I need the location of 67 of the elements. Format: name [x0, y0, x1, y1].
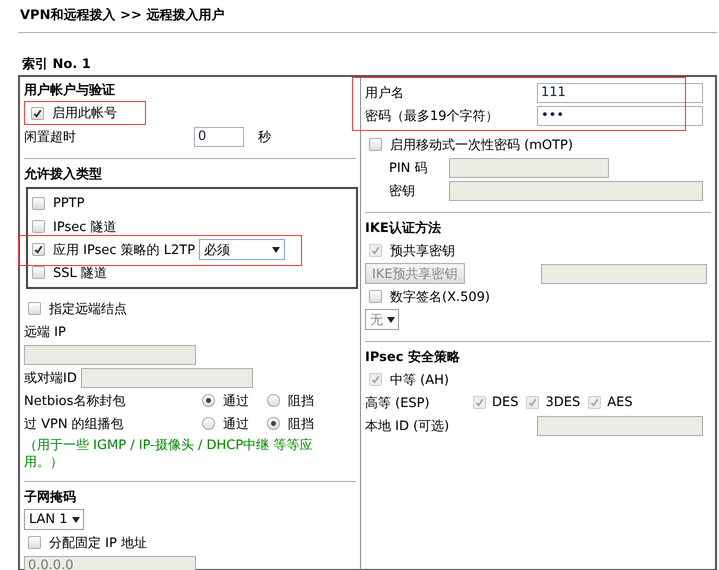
key-field[interactable]: [449, 180, 703, 200]
checkbox-label: AES: [607, 395, 633, 410]
caret-icon: [387, 316, 395, 322]
username-field[interactable]: 111: [537, 82, 703, 102]
field-label: 用户名: [365, 84, 405, 102]
radio-button[interactable]: [267, 394, 280, 407]
field-label: 过 VPN 的组播包: [24, 416, 125, 432]
idle-timeout-field[interactable]: 0: [194, 126, 244, 146]
unit-label: 秒: [258, 128, 271, 146]
checkbox[interactable]: [369, 138, 382, 151]
checkbox-label: SSL 隧道: [53, 264, 107, 282]
radio-button[interactable]: [202, 394, 215, 407]
preshared-key-field[interactable]: [541, 264, 707, 284]
checkbox-label: 3DES: [545, 395, 580, 410]
checkbox-label: 中等 (AH): [390, 372, 449, 388]
section-heading: IPsec 安全策略: [365, 348, 460, 367]
radio-label: 阻挡: [288, 416, 314, 432]
field-label: 或对端ID: [24, 370, 77, 386]
caret-icon: [72, 516, 80, 522]
checkbox[interactable]: [32, 197, 45, 210]
checkbox-label: PPTP: [53, 196, 84, 211]
checkbox-label: 启用移动式一次性密码 (mOTP): [390, 136, 573, 154]
section-heading: 允许拨入类型: [24, 166, 102, 184]
ip-address-field[interactable]: 0.0.0.0: [24, 556, 196, 570]
password-field[interactable]: •••: [537, 106, 703, 126]
field-label: 本地 ID (可选): [365, 418, 450, 434]
field-label: PIN 码: [389, 160, 429, 176]
checkbox-label: DES: [492, 395, 518, 410]
pin-field[interactable]: [449, 158, 609, 178]
section-heading: 用户帐户与验证: [24, 82, 115, 100]
caret-icon: [272, 246, 280, 252]
field-label: 密钥: [389, 182, 416, 200]
radio-label: 通过: [223, 392, 249, 410]
index-label: 索引 No. 1: [21, 56, 92, 74]
checkbox[interactable]: [32, 220, 45, 233]
radio-button[interactable]: [267, 417, 280, 430]
checkbox-label: 启用此帐号: [52, 105, 117, 122]
checkbox-label: 指定远端结点: [49, 300, 127, 318]
field-label: 远端 IP: [24, 324, 66, 340]
checkbox-label: 数字签名(X.509): [390, 288, 490, 306]
checkbox-label: 预共享密钥: [390, 242, 455, 260]
checkbox-label: 分配固定 IP 地址: [49, 534, 147, 552]
checkbox[interactable]: [28, 302, 41, 315]
checkbox[interactable]: [28, 536, 41, 549]
checkbox[interactable]: [369, 290, 382, 303]
note-text: （用于一些 IGMP / IP-摄像头 / DHCP中继 等等应用。）: [24, 437, 314, 471]
field-label: Netbios名称封包: [24, 392, 126, 410]
peer-id-field[interactable]: [80, 368, 253, 388]
radio-label: 通过: [223, 416, 249, 432]
checkbox[interactable]: [32, 266, 45, 279]
field-label: 高等 (ESP): [365, 394, 431, 412]
radio-label: 阻挡: [288, 392, 314, 410]
dropdown[interactable]: LAN 1: [24, 509, 84, 530]
section-heading: 子网掩码: [24, 489, 76, 507]
checkbox-label: IPsec 隧道: [53, 218, 116, 236]
page-title: VPN和远程拨入 >> 远程拨入用户: [18, 6, 717, 33]
remote-ip-field[interactable]: [24, 344, 196, 364]
section-heading: IKE认证方法: [365, 220, 441, 238]
checkbox[interactable]: [31, 106, 44, 120]
local-id-field[interactable]: [537, 416, 703, 436]
radio-button[interactable]: [202, 417, 215, 430]
field-label: 闲置超时: [24, 128, 77, 146]
field-label: 密码（最多19个字符）: [365, 108, 500, 124]
checkbox[interactable]: [32, 243, 45, 256]
dropdown[interactable]: 无: [365, 309, 399, 330]
checkbox-label: 应用 IPsec 策略的 L2TP: [53, 242, 196, 258]
dropdown[interactable]: 必须: [199, 239, 286, 260]
